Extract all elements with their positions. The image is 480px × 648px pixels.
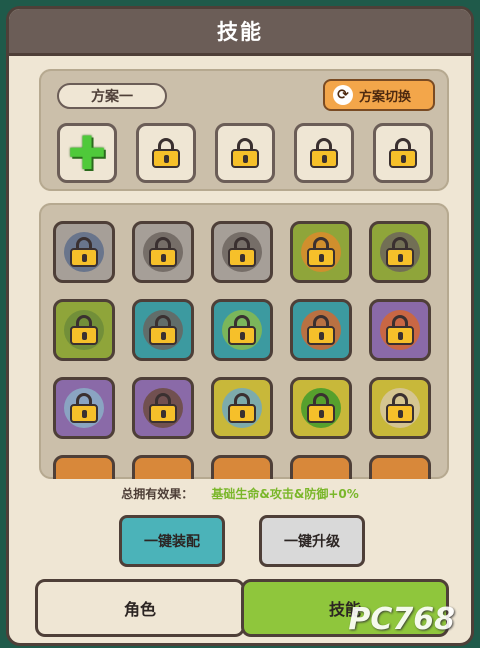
switch-icon: ⟳ [333, 85, 353, 105]
total-effect-label: 总拥有效果： [121, 487, 194, 501]
lock-icon [310, 138, 338, 168]
skill-tile-partial[interactable] [132, 455, 194, 479]
lock-icon [386, 393, 414, 423]
skill-tile-locked[interactable] [53, 299, 115, 361]
skill-tile-locked[interactable] [211, 221, 273, 283]
plan-slot-locked[interactable] [294, 123, 354, 183]
plan-slot-locked[interactable] [215, 123, 275, 183]
skill-tile-partial[interactable] [290, 455, 352, 479]
skill-tile-locked[interactable] [211, 377, 273, 439]
lock-icon [149, 237, 177, 267]
lock-icon [228, 393, 256, 423]
lock-icon [152, 138, 180, 168]
plan-panel: 方案一 ⟳ 方案切换 ✚ [39, 69, 449, 191]
lock-icon [386, 315, 414, 345]
plan-slot-locked[interactable] [373, 123, 433, 183]
lock-icon [307, 315, 335, 345]
skill-tile-locked[interactable] [369, 299, 431, 361]
skill-tile-locked[interactable] [53, 221, 115, 283]
skill-tile-locked[interactable] [290, 377, 352, 439]
lock-icon [70, 315, 98, 345]
lock-icon [307, 393, 335, 423]
lock-icon [149, 315, 177, 345]
lock-icon [70, 393, 98, 423]
skill-window: 技能 方案一 ⟳ 方案切换 ✚ 总拥有效果： 基础生命&攻击&防御+0% 一键装… [6, 6, 474, 646]
skill-tile-locked[interactable] [369, 377, 431, 439]
skill-tile-locked[interactable] [211, 299, 273, 361]
title-bar: 技能 [9, 9, 471, 56]
lock-icon [149, 393, 177, 423]
lock-icon [386, 237, 414, 267]
window-title: 技能 [217, 20, 263, 44]
lock-icon [228, 237, 256, 267]
auto-equip-button[interactable]: 一键装配 [119, 515, 225, 567]
skill-tile-partial[interactable] [211, 455, 273, 479]
skill-tile-locked[interactable] [53, 377, 115, 439]
skill-tile-locked[interactable] [290, 299, 352, 361]
skill-tile-partial[interactable] [53, 455, 115, 479]
lock-icon [70, 237, 98, 267]
lock-icon [231, 138, 259, 168]
tab-role[interactable]: 角色 [35, 579, 245, 637]
total-effect-value: 基础生命&攻击&防御+0% [211, 487, 359, 501]
watermark-logo: PC768 [348, 602, 455, 637]
plan-switch-label: 方案切换 [359, 89, 412, 105]
skill-tile-locked[interactable] [290, 221, 352, 283]
lock-icon [389, 138, 417, 168]
plan-slot-locked[interactable] [136, 123, 196, 183]
skill-tile-locked[interactable] [132, 299, 194, 361]
plus-icon: ✚ [67, 126, 107, 180]
total-effect: 总拥有效果： 基础生命&攻击&防御+0% [9, 485, 471, 502]
skill-tile-locked[interactable] [132, 221, 194, 283]
skills-panel[interactable] [39, 203, 449, 479]
plan-name-label: 方案一 [57, 83, 167, 109]
plan-slot-add[interactable]: ✚ [57, 123, 117, 183]
plan-switch-button[interactable]: ⟳ 方案切换 [323, 79, 435, 111]
skill-tile-locked[interactable] [369, 221, 431, 283]
lock-icon [307, 237, 335, 267]
auto-upgrade-button[interactable]: 一键升级 [259, 515, 365, 567]
skill-tile-locked[interactable] [132, 377, 194, 439]
skill-tile-partial[interactable] [369, 455, 431, 479]
lock-icon [228, 315, 256, 345]
